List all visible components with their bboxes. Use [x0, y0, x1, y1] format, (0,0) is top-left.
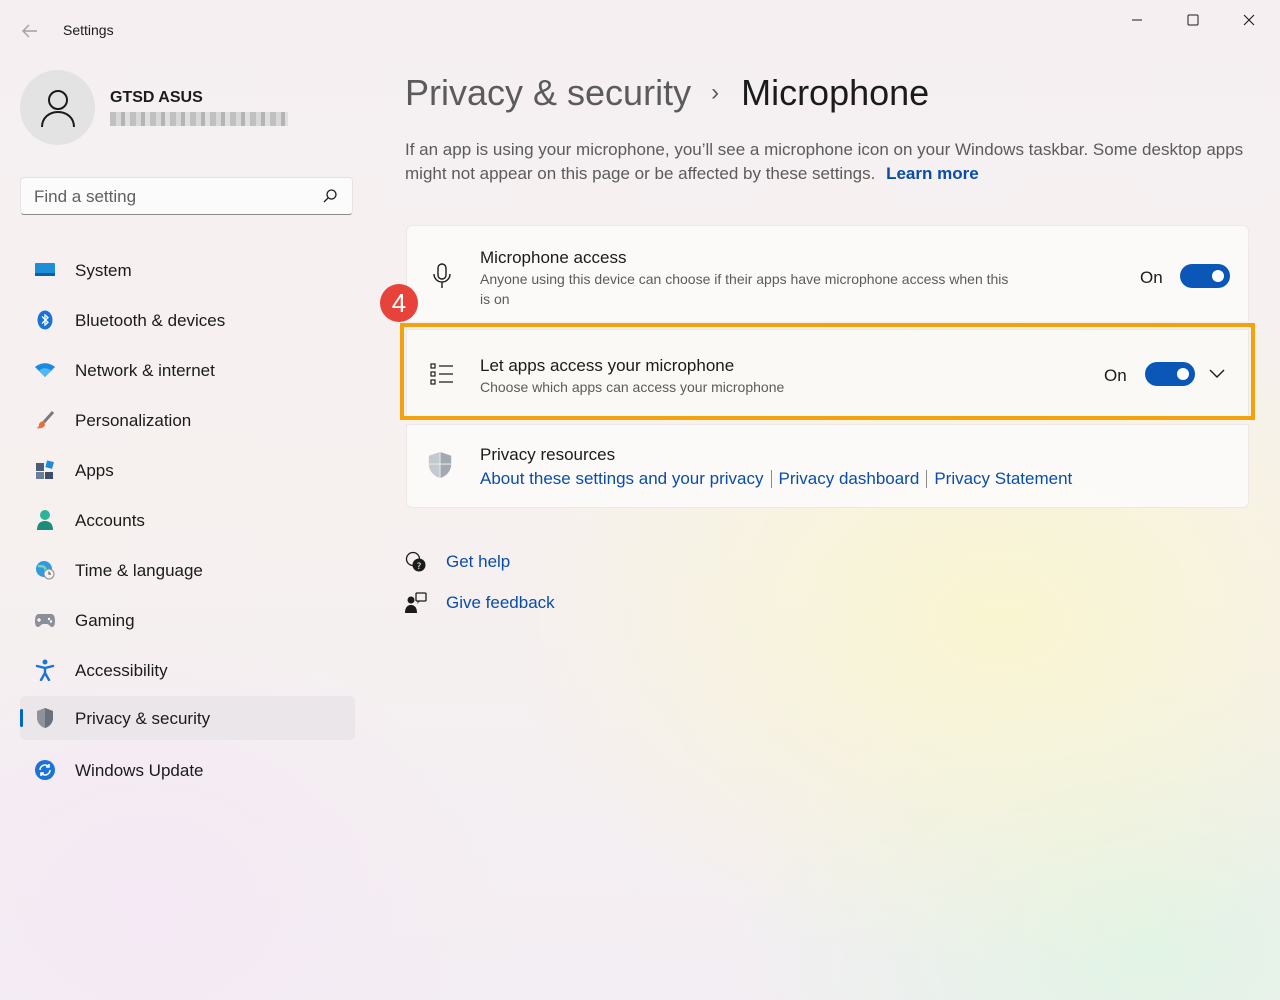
give-feedback-label[interactable]: Give feedback — [446, 593, 555, 613]
avatar[interactable] — [20, 70, 95, 145]
maximize-button[interactable] — [1170, 8, 1216, 32]
sidebar-item-accounts[interactable]: Accounts — [20, 498, 355, 542]
sidebar-item-label: Accounts — [75, 511, 145, 530]
shield-icon — [34, 708, 56, 728]
window-title: Settings — [63, 22, 114, 38]
feedback-icon — [405, 592, 427, 614]
svg-text:?: ? — [417, 562, 422, 572]
privacy-statement-link[interactable]: Privacy Statement — [934, 469, 1072, 489]
sidebar-item-network[interactable]: Network & internet — [20, 348, 355, 392]
bluetooth-icon — [34, 310, 56, 330]
user-name: GTSD ASUS — [110, 89, 203, 106]
sidebar-item-label: Time & language — [75, 561, 203, 580]
close-icon — [1243, 14, 1255, 26]
close-button[interactable] — [1226, 8, 1272, 32]
learn-more-link[interactable]: Learn more — [886, 164, 979, 183]
arrow-left-icon — [22, 24, 37, 38]
microphone-access-toggle[interactable] — [1180, 264, 1230, 288]
sidebar-item-label: Network & internet — [75, 361, 215, 380]
page-title: Microphone — [741, 72, 930, 113]
brush-icon — [34, 410, 56, 430]
highlight-box — [400, 323, 1255, 420]
accessibility-icon — [34, 659, 56, 681]
sidebar-item-accessibility[interactable]: Accessibility — [20, 648, 355, 692]
setting-title: Microphone access — [480, 248, 627, 267]
get-help-label[interactable]: Get help — [446, 552, 510, 572]
user-email-redacted — [110, 112, 288, 126]
help-chat-icon: ? — [405, 551, 427, 573]
search-input[interactable] — [34, 186, 314, 208]
sidebar-item-label: Apps — [75, 461, 114, 480]
sidebar-item-label: System — [75, 261, 132, 280]
sidebar-item-apps[interactable]: Apps — [20, 448, 355, 492]
back-button[interactable] — [18, 20, 42, 42]
sidebar-item-label: Accessibility — [75, 661, 168, 680]
sidebar-item-label: Gaming — [75, 611, 135, 630]
sidebar-item-label: Bluetooth & devices — [75, 311, 226, 330]
gamepad-icon — [34, 610, 56, 630]
sidebar-item-label: Personalization — [75, 411, 192, 430]
page-description: If an app is using your microphone, you’… — [405, 138, 1245, 186]
get-help-link[interactable]: ? Get help — [405, 550, 510, 574]
breadcrumb: Privacy & security › Microphone — [405, 72, 929, 114]
toggle-state-label: On — [1140, 268, 1163, 287]
sidebar-item-personalization[interactable]: Personalization — [20, 398, 355, 442]
setting-title: Privacy resources — [480, 445, 616, 464]
privacy-resources-card: Privacy resources About these settings a… — [406, 424, 1249, 508]
give-feedback-link[interactable]: Give feedback — [405, 591, 555, 615]
link-divider — [926, 470, 928, 488]
microphone-access-card: Microphone access Anyone using this devi… — [406, 225, 1249, 321]
description-text: If an app is using your microphone, you’… — [405, 140, 1244, 183]
person-icon — [40, 89, 75, 127]
setting-description: Anyone using this device can choose if t… — [480, 271, 1009, 307]
search-icon[interactable] — [322, 188, 338, 204]
shield-icon — [427, 452, 453, 478]
sidebar-item-windows-update[interactable]: Windows Update — [20, 748, 355, 792]
selection-indicator — [20, 709, 23, 727]
sidebar-item-time-language[interactable]: Time & language — [20, 548, 355, 592]
toggle-knob — [1212, 270, 1224, 282]
breadcrumb-parent[interactable]: Privacy & security — [405, 72, 691, 114]
link-divider — [770, 470, 772, 488]
step-badge: 4 — [380, 284, 418, 322]
wifi-icon — [34, 360, 56, 380]
about-settings-privacy-link[interactable]: About these settings and your privacy — [480, 469, 764, 489]
globe-clock-icon — [34, 560, 56, 580]
sidebar-item-system[interactable]: System — [20, 248, 355, 292]
person-icon — [34, 510, 56, 530]
system-icon — [34, 260, 56, 280]
minimize-button[interactable] — [1114, 8, 1160, 32]
maximize-icon — [1187, 14, 1199, 26]
chevron-right-icon: › — [711, 79, 720, 106]
search-box[interactable] — [20, 177, 353, 215]
microphone-icon — [429, 263, 455, 289]
sidebar-item-gaming[interactable]: Gaming — [20, 598, 355, 642]
minimize-icon — [1132, 19, 1142, 21]
sidebar-item-label: Privacy & security — [75, 709, 211, 728]
sidebar-item-bluetooth[interactable]: Bluetooth & devices — [20, 298, 355, 342]
privacy-dashboard-link[interactable]: Privacy dashboard — [779, 469, 920, 489]
sidebar-item-label: Windows Update — [75, 761, 204, 780]
sidebar-item-privacy-security[interactable]: Privacy & security — [20, 696, 355, 740]
update-icon — [34, 760, 56, 780]
apps-icon — [34, 460, 56, 480]
privacy-links: About these settings and your privacy Pr… — [480, 469, 1072, 489]
